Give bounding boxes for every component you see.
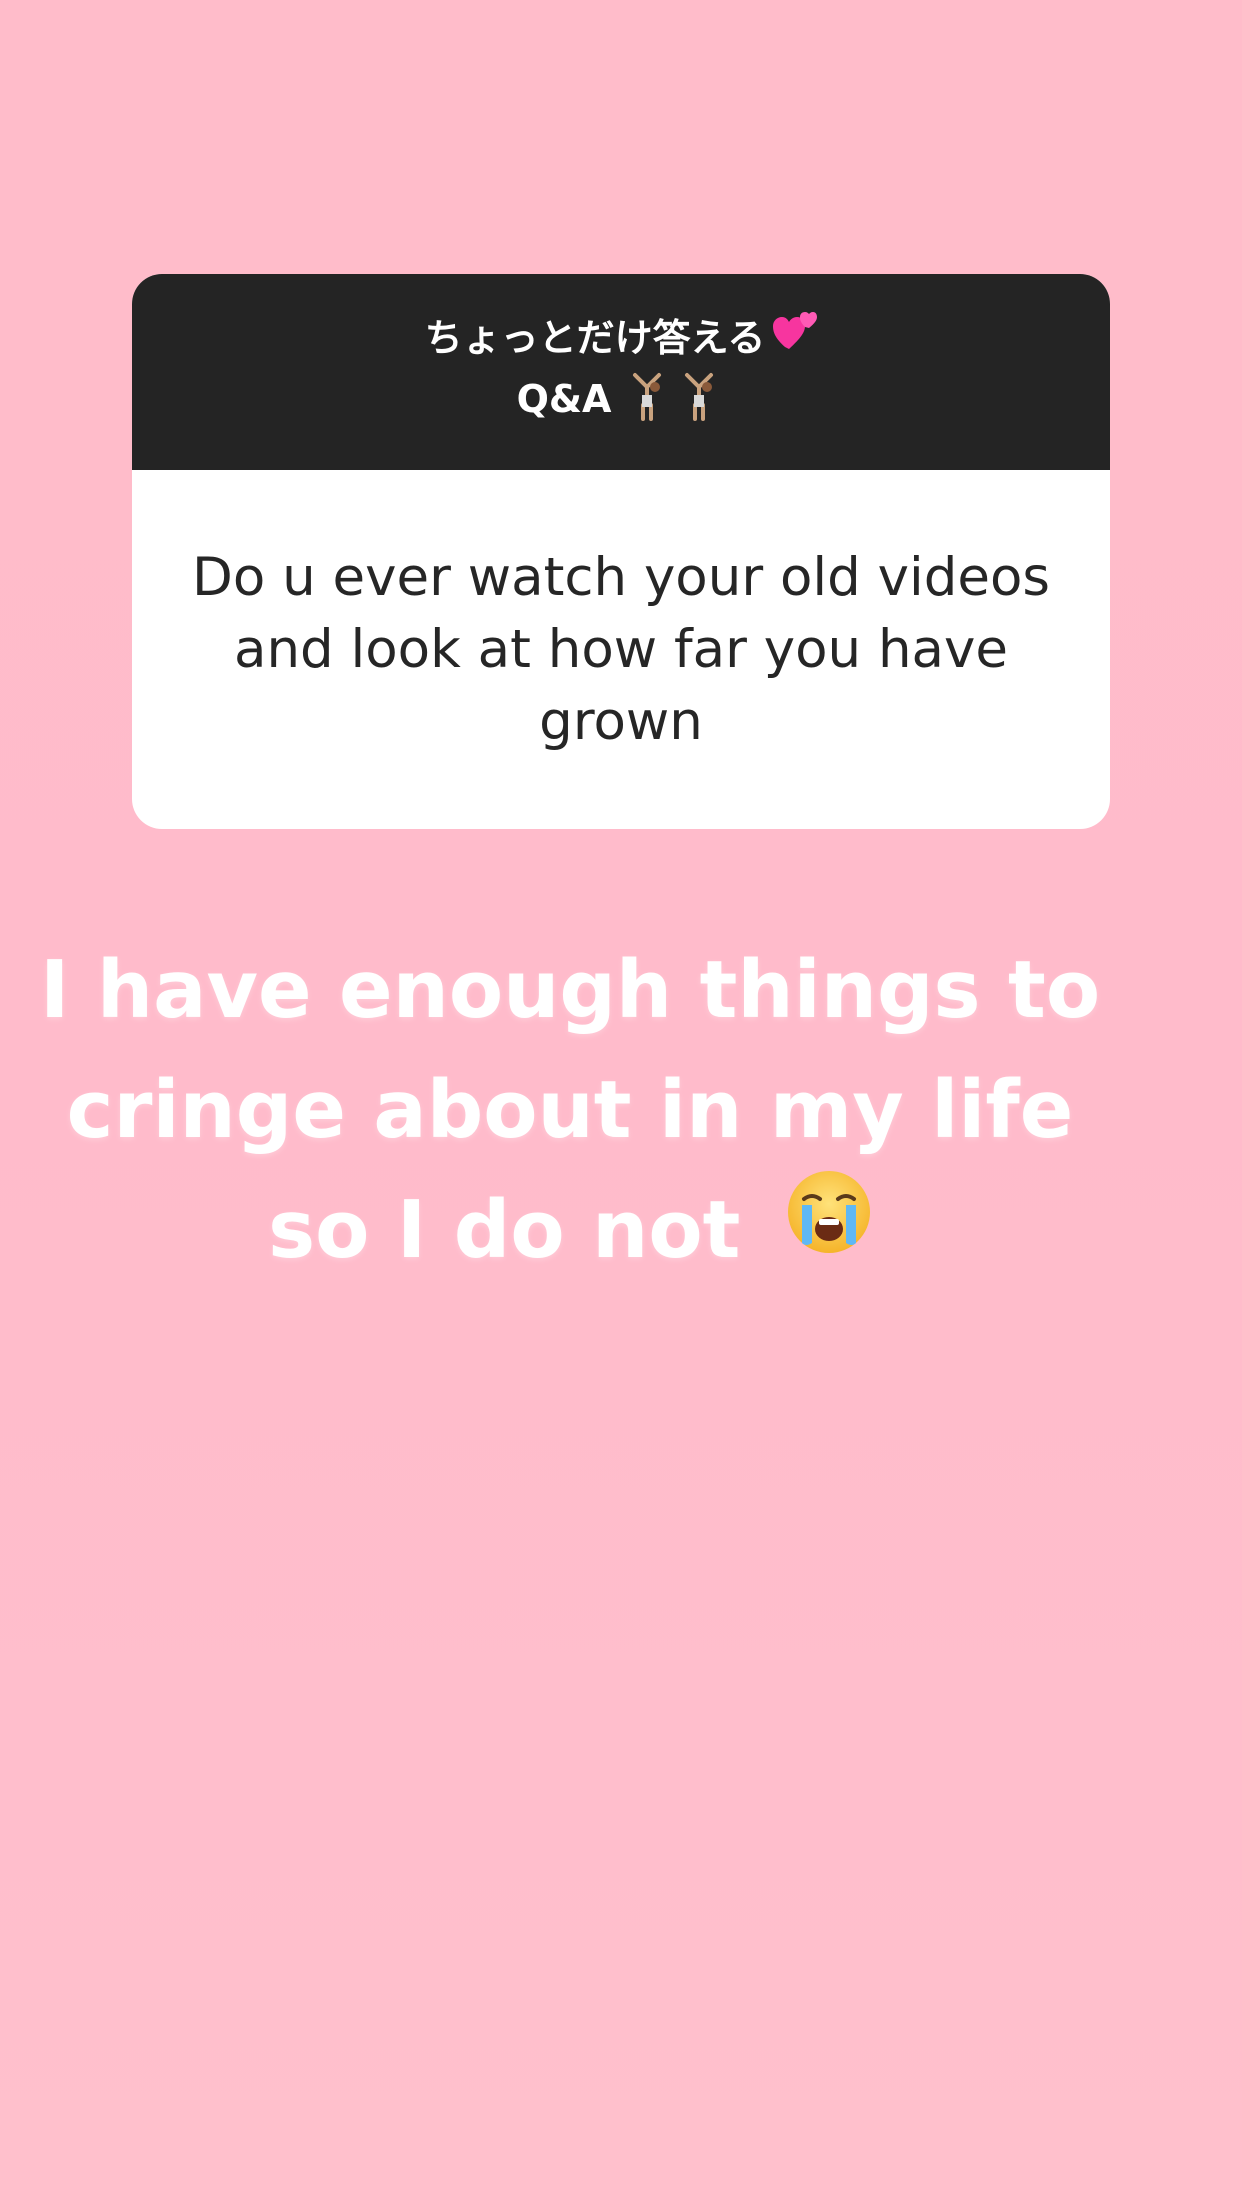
question-text: Do u ever watch your old videos and look… — [192, 546, 1050, 752]
answer-line-3-wrapper: so I do not — [40, 1170, 1100, 1296]
question-title-line2: Q&A — [517, 365, 726, 433]
question-subtitle: Q&A — [516, 377, 612, 421]
answer-line-3: so I do not — [268, 1184, 741, 1276]
question-title-line1: ちょっとだけ答える — [425, 311, 818, 365]
answer-line-1: I have enough things to — [40, 944, 1101, 1036]
question-sticker[interactable]: ちょっとだけ答える Q&A Do u ever watch your old v… — [132, 274, 1110, 829]
question-sticker-header: ちょっとだけ答える Q&A — [132, 274, 1110, 470]
answer-line-2: cringe about in my life — [66, 1064, 1074, 1156]
cartwheel-icon — [621, 365, 725, 433]
loudly-crying-face-icon — [786, 1168, 872, 1288]
two-hearts-icon — [771, 311, 818, 365]
answer-text-block: I have enough things to cringe about in … — [40, 930, 1100, 1296]
question-sticker-body: Do u ever watch your old videos and look… — [132, 470, 1110, 829]
question-title: ちょっとだけ答える — [424, 316, 766, 360]
